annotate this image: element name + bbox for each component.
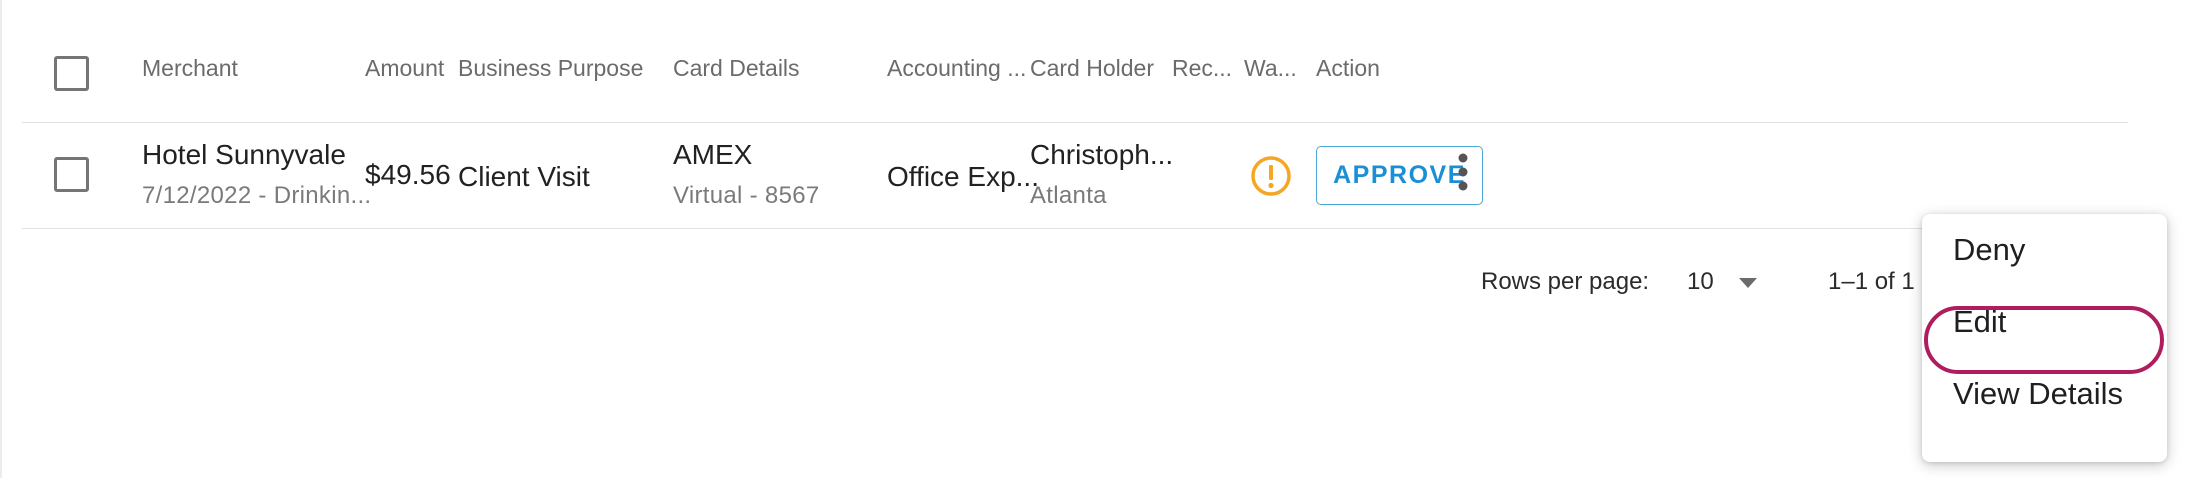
column-header-card-holder[interactable]: Card Holder [1030, 55, 1154, 82]
warning-icon[interactable] [1250, 155, 1292, 197]
menu-item-deny[interactable]: Deny [1922, 214, 2167, 284]
row-action-menu: Deny Edit View Details [1922, 214, 2167, 462]
pagination-range: 1–1 of 1 [1828, 268, 1915, 295]
accounting-value: Office Exp... [887, 161, 1039, 192]
rows-per-page-value: 10 [1687, 268, 1714, 295]
select-all-checkbox[interactable] [54, 56, 89, 91]
rows-per-page-label: Rows per page: [1481, 268, 1650, 295]
column-header-accounting[interactable]: Accounting ... [887, 55, 1026, 82]
merchant-name: Hotel Sunnyvale [142, 139, 346, 170]
card-holder-location: Atlanta [1030, 182, 1107, 209]
card-holder-name: Christoph... [1030, 139, 1174, 170]
page: Merchant Amount Business Purpose Card De… [0, 0, 2188, 478]
more-actions-icon[interactable] [1448, 150, 1478, 198]
amount-value: $49.56 [365, 159, 451, 190]
table-row[interactable]: Hotel Sunnyvale 7/12/2022 - Drinkin... $… [22, 124, 2128, 229]
row-checkbox[interactable] [54, 157, 89, 192]
column-header-receipt[interactable]: Rec... [1172, 55, 1232, 82]
business-purpose-value: Client Visit [458, 161, 590, 192]
column-header-amount[interactable]: Amount [365, 55, 444, 82]
merchant-date-category: 7/12/2022 - Drinkin... [142, 182, 372, 209]
rows-per-page-select[interactable]: 10 [1687, 262, 1767, 302]
menu-item-view-details[interactable]: View Details [1922, 358, 2167, 428]
column-header-action: Action [1316, 55, 1380, 81]
column-header-business-purpose[interactable]: Business Purpose [458, 55, 643, 82]
table-header: Merchant Amount Business Purpose Card De… [22, 22, 2128, 123]
card-network: AMEX [673, 139, 753, 170]
left-divider [0, 0, 2, 478]
menu-item-edit[interactable]: Edit [1922, 286, 2167, 356]
column-header-merchant[interactable]: Merchant [142, 55, 238, 82]
card-type-last4: Virtual - 8567 [673, 182, 820, 209]
column-header-warning[interactable]: Wa... [1244, 55, 1297, 82]
caret-down-icon [1739, 278, 1757, 288]
column-header-card-details[interactable]: Card Details [673, 55, 800, 82]
